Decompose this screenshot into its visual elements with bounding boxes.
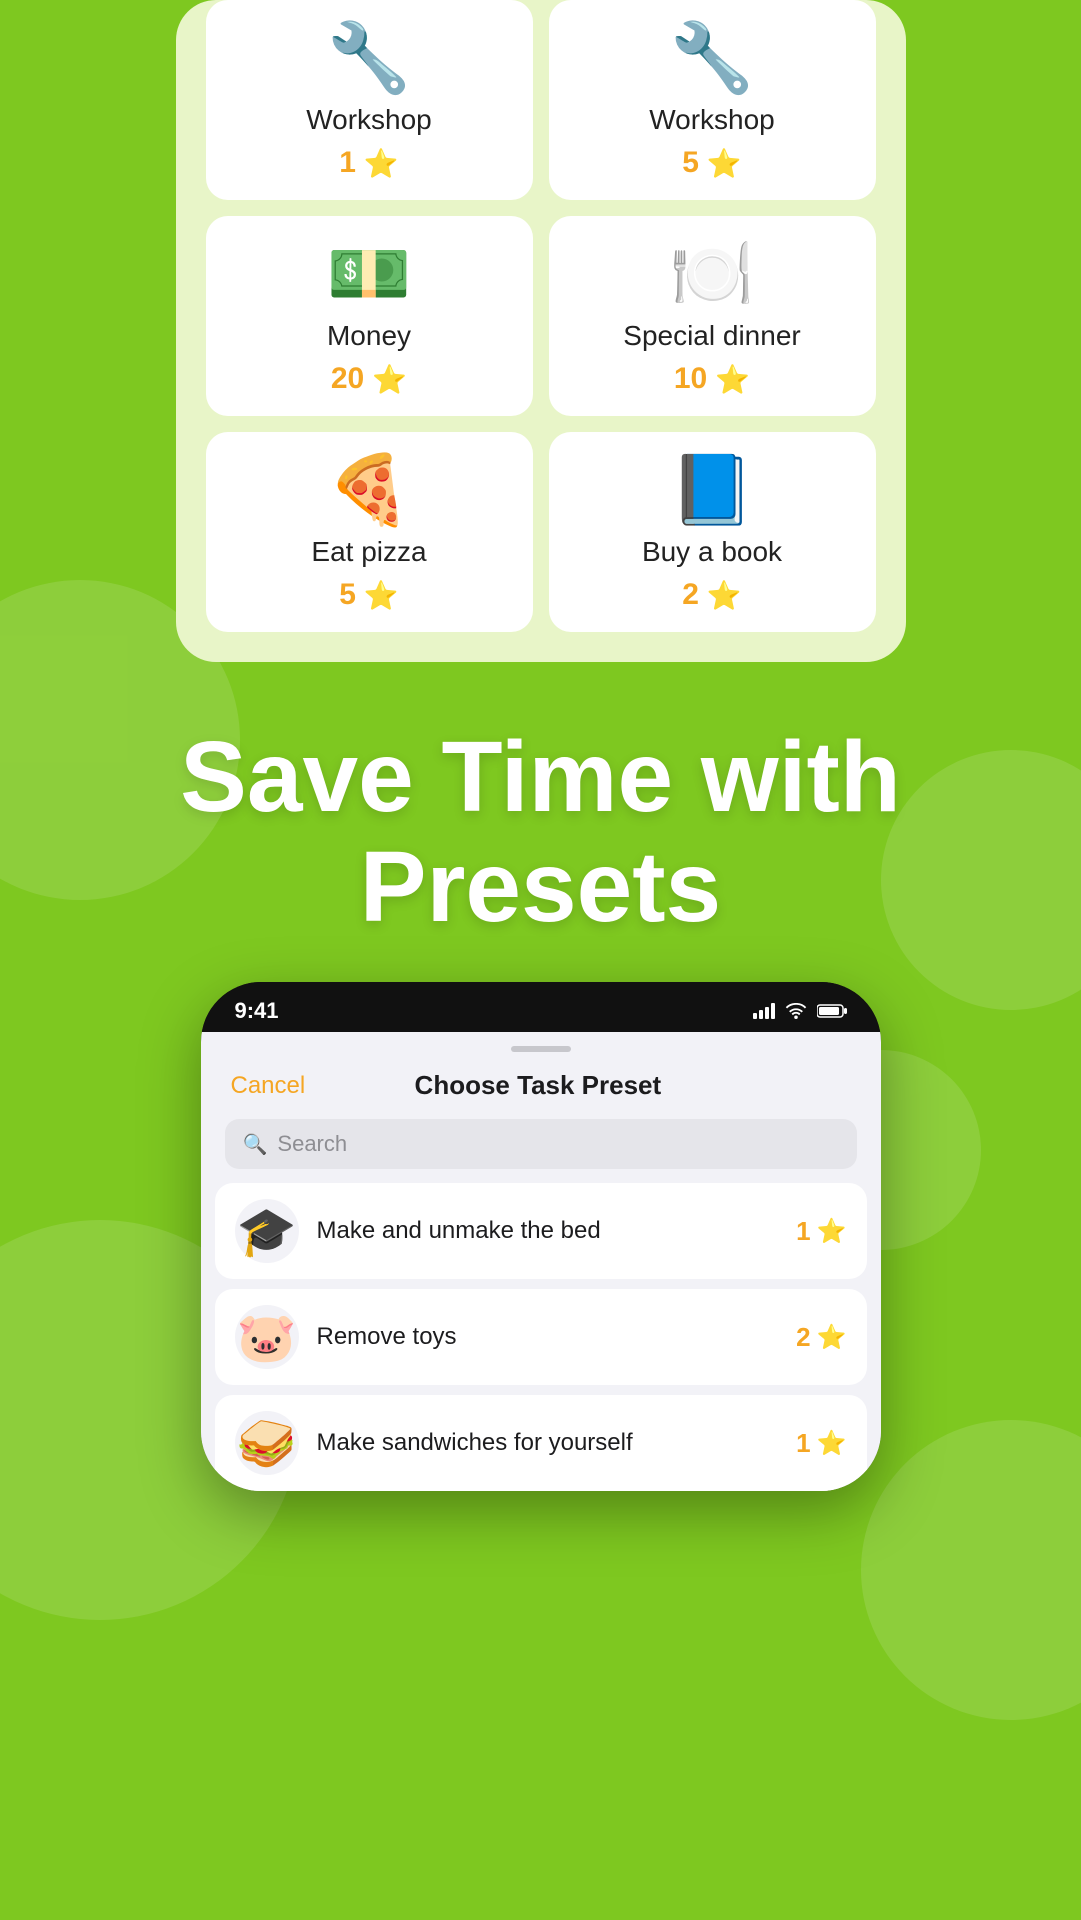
reward-points-value-pizza: 5 (339, 578, 356, 612)
phone-screen: Cancel Choose Task Preset 🔍 Search 🎓 Mak… (201, 1032, 881, 1491)
reward-name-workshop1: Workshop (306, 104, 432, 136)
reward-points-value-special-dinner: 10 (674, 362, 707, 396)
phone-status-bar: 9:41 (201, 982, 881, 1032)
task-star-sandwiches: ⭐ (817, 1429, 847, 1458)
task-points-value-bed: 1 (796, 1216, 810, 1247)
headline-section: Save Time with Presets (0, 662, 1081, 982)
reward-icon-special-dinner: 🍽️ (670, 240, 755, 308)
reward-name-book: Buy a book (642, 536, 782, 568)
reward-points-money: 20 ⭐ (331, 362, 407, 396)
task-points-sandwiches: 1 ⭐ (796, 1428, 846, 1459)
reward-item-money[interactable]: 💵 Money 20 ⭐ (206, 216, 533, 416)
headline-line2: Presets (360, 831, 721, 943)
search-icon: 🔍 (243, 1132, 268, 1157)
task-star-bed: ⭐ (817, 1217, 847, 1246)
decorative-blob-4 (861, 1420, 1081, 1720)
reward-icon-book: 📘 (670, 456, 755, 524)
task-list: 🎓 Make and unmake the bed 1 ⭐ 🐷 Remove t… (201, 1183, 881, 1491)
status-time: 9:41 (235, 998, 279, 1024)
headline-line1: Save Time with (180, 721, 901, 833)
task-label-sandwiches: Make sandwiches for yourself (317, 1429, 779, 1457)
star-icon-money: ⭐ (372, 363, 407, 396)
wifi-icon (785, 1003, 807, 1019)
reward-item-workshop5[interactable]: 🔧 Workshop 5 ⭐ (549, 0, 876, 200)
task-points-value-sandwiches: 1 (796, 1428, 810, 1459)
reward-item-workshop1[interactable]: 🔧 Workshop 1 ⭐ (206, 0, 533, 200)
reward-points-workshop5: 5 ⭐ (682, 146, 742, 180)
task-points-value-toys: 2 (796, 1322, 810, 1353)
reward-icon-pizza: 🍕 (327, 456, 412, 524)
headline-text: Save Time with Presets (60, 722, 1021, 942)
star-icon-special-dinner: ⭐ (715, 363, 750, 396)
reward-points-value-money: 20 (331, 362, 364, 396)
star-icon-workshop5: ⭐ (707, 147, 742, 180)
phone-mockup: 9:41 Cancel Choo (201, 982, 881, 1491)
reward-points-value-book: 2 (682, 578, 699, 612)
task-label-toys: Remove toys (317, 1323, 779, 1351)
cancel-button[interactable]: Cancel (231, 1072, 306, 1100)
task-icon-bed: 🎓 (235, 1199, 299, 1263)
task-icon-sandwiches: 🥪 (235, 1411, 299, 1475)
star-icon-workshop1: ⭐ (364, 147, 399, 180)
reward-points-workshop1: 1 ⭐ (339, 146, 399, 180)
task-points-toys: 2 ⭐ (796, 1322, 846, 1353)
reward-item-pizza[interactable]: 🍕 Eat pizza 5 ⭐ (206, 432, 533, 632)
search-placeholder: Search (277, 1131, 347, 1157)
reward-name-special-dinner: Special dinner (623, 320, 800, 352)
top-rewards-card: 🔧 Workshop 1 ⭐ 🔧 Workshop 5 ⭐ 💵 Money 20… (176, 0, 906, 662)
reward-name-workshop5: Workshop (649, 104, 775, 136)
battery-icon (817, 1003, 847, 1019)
reward-points-value-workshop1: 1 (339, 146, 356, 180)
reward-points-special-dinner: 10 ⭐ (674, 362, 750, 396)
reward-points-value-workshop5: 5 (682, 146, 699, 180)
reward-icon-money: 💵 (327, 240, 412, 308)
reward-icon-workshop1: 🔧 (327, 24, 412, 92)
task-icon-toys: 🐷 (235, 1305, 299, 1369)
task-row-bed[interactable]: 🎓 Make and unmake the bed 1 ⭐ (215, 1183, 867, 1279)
modal-title: Choose Task Preset (415, 1070, 662, 1101)
reward-item-special-dinner[interactable]: 🍽️ Special dinner 10 ⭐ (549, 216, 876, 416)
reward-name-pizza: Eat pizza (311, 536, 426, 568)
reward-icon-workshop5: 🔧 (670, 24, 755, 92)
reward-points-pizza: 5 ⭐ (339, 578, 399, 612)
search-bar[interactable]: 🔍 Search (225, 1119, 857, 1169)
task-label-bed: Make and unmake the bed (317, 1217, 779, 1245)
status-right-icons (753, 1003, 847, 1019)
reward-name-money: Money (327, 320, 411, 352)
task-row-toys[interactable]: 🐷 Remove toys 2 ⭐ (215, 1289, 867, 1385)
reward-points-book: 2 ⭐ (682, 578, 742, 612)
task-row-sandwiches[interactable]: 🥪 Make sandwiches for yourself 1 ⭐ (215, 1395, 867, 1491)
modal-header: Cancel Choose Task Preset (201, 1052, 881, 1115)
reward-item-book[interactable]: 📘 Buy a book 2 ⭐ (549, 432, 876, 632)
signal-icon (753, 1003, 775, 1019)
rewards-grid: 🔧 Workshop 1 ⭐ 🔧 Workshop 5 ⭐ 💵 Money 20… (206, 0, 876, 632)
task-star-toys: ⭐ (817, 1323, 847, 1352)
task-points-bed: 1 ⭐ (796, 1216, 846, 1247)
star-icon-book: ⭐ (707, 579, 742, 612)
star-icon-pizza: ⭐ (364, 579, 399, 612)
